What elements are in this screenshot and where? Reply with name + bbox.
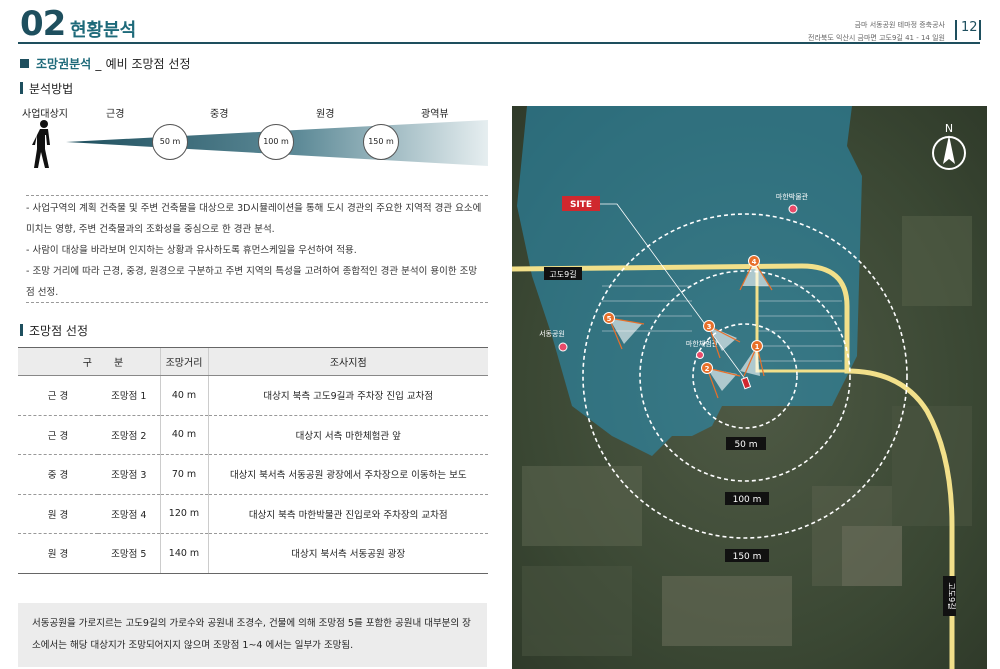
cell-distance: 70 m: [159, 454, 208, 495]
distance-marker-100: 100 m: [258, 124, 294, 160]
method-bullets: - 사업구역의 계획 건축물 및 주변 건축물을 대상으로 3D시뮬레이션을 통…: [26, 198, 488, 303]
cell-distance: 120 m: [159, 494, 208, 534]
section-separator: _: [95, 57, 102, 71]
cell-name: 조망점 1: [98, 375, 160, 416]
subheading-bar: [20, 82, 23, 94]
header-rule: [18, 42, 980, 44]
cell-type: 원 경: [18, 494, 98, 534]
place-marker: [558, 342, 568, 352]
viewpoint-number: 5: [607, 315, 612, 323]
place-museum: 마한박물관: [776, 192, 809, 201]
viewpoint-number: 2: [705, 365, 710, 373]
note-line: 소에서는 해당 대상지가 조망되어지지 않으며 조망점 1~4 에서는 일부가 …: [32, 640, 354, 651]
distance-marker-50: 50 m: [152, 124, 188, 160]
table-header-row: 구 분 조망거리 조사지점: [18, 347, 488, 376]
section-title: 조망권분석: [36, 57, 92, 71]
section-marker: [20, 59, 29, 68]
aerial-map: 50 m 100 m 150 m 고도9길 고도9길 SITE 마한박물관 서동…: [512, 106, 987, 669]
cell-location: 대상지 북측 고도9길과 주차장 진입 교차점: [207, 375, 488, 416]
cell-name: 조망점 4: [98, 494, 160, 534]
viewpoints-heading: 조망점 선정: [29, 324, 89, 338]
divider-bottom: [26, 302, 488, 303]
section-heading: 조망권분석 _ 예비 조망점 선정: [36, 55, 191, 72]
ring-label-150: 150 m: [733, 552, 762, 562]
view-cone-diagram: [32, 120, 488, 168]
cell-location: 대상지 북서측 서동공원 광장: [207, 533, 488, 574]
cell-distance: 40 m: [159, 375, 208, 416]
page-number: 12: [961, 20, 978, 35]
site-label: SITE: [570, 200, 592, 210]
place-seodong-park: 서동공원: [539, 329, 565, 338]
cell-name: 조망점 5: [98, 533, 160, 574]
cell-type: 원 경: [18, 533, 98, 574]
table-row: 원 경 조망점 4 120 m 대상지 북측 마한박물관 진입로와 주차장의 교…: [18, 494, 488, 534]
viewpoint-number: 1: [755, 343, 760, 351]
col-header: 조망거리: [159, 347, 208, 376]
section-subtitle: 예비 조망점 선정: [105, 57, 191, 71]
project-name: 금마 서동공원 테마정 증축공사: [854, 21, 945, 29]
ring-label-100: 100 m: [733, 495, 762, 505]
method-heading: 분석방법: [29, 82, 74, 96]
cell-name: 조망점 2: [98, 415, 160, 455]
divider-top: [26, 195, 488, 196]
place-marker: [696, 351, 704, 359]
bullet-line: - 조망 거리에 따라 근경, 중경, 원경으로 구분하고 주변 지역의 특성을…: [26, 266, 478, 277]
viewpoint-table: 구 분 조망거리 조사지점 근 경 조망점 1 40 m 대상지 북측 고도9길…: [18, 347, 488, 574]
table-row: 근 경 조망점 2 40 m 대상지 서측 마한체험관 앞: [18, 415, 488, 455]
cell-location: 대상지 북서측 서동공원 광장에서 주차장으로 이동하는 보도: [207, 454, 488, 495]
cell-type: 근 경: [18, 415, 98, 455]
north-label: N: [945, 122, 953, 135]
bullet-line: - 사업구역의 계획 건축물 및 주변 건축물을 대상으로 3D시뮬레이션을 통…: [26, 203, 482, 214]
chapter-title: 현황분석: [70, 20, 137, 41]
ring-label-50: 50 m: [734, 440, 757, 450]
col-header: 조사지점: [207, 347, 488, 376]
cell-name: 조망점 3: [98, 454, 160, 495]
table-row: 근 경 조망점 1 40 m 대상지 북측 고도9길과 주차장 진입 교차점: [18, 375, 488, 416]
page-bar-right: [979, 20, 981, 40]
chapter-number: 02: [20, 4, 66, 44]
person-icon: [32, 120, 50, 168]
road-label: 고도9길: [549, 270, 576, 279]
distance-marker-150: 150 m: [363, 124, 399, 160]
cell-distance: 140 m: [159, 533, 208, 574]
viewpoint-number: 3: [707, 323, 712, 331]
cell-distance: 40 m: [159, 415, 208, 455]
place-marker: [788, 204, 798, 214]
cell-location: 대상지 북측 마한박물관 진입로와 주차장의 교차점: [207, 494, 488, 534]
page-bar-left: [955, 20, 957, 40]
cell-location: 대상지 서측 마한체험관 앞: [207, 415, 488, 455]
cell-type: 중 경: [18, 454, 98, 495]
col-header: 분: [98, 347, 160, 376]
subheading-bar: [20, 324, 23, 336]
bullet-line: - 사람이 대상을 바라보며 인지하는 상황과 유사하도록 휴먼스케일을 우선하…: [26, 245, 357, 256]
table-row: 중 경 조망점 3 70 m 대상지 북서측 서동공원 광장에서 주차장으로 이…: [18, 454, 488, 495]
summary-note: 서동공원을 가로지르는 고도9길의 가로수와 공원내 조경수, 건물에 의해 조…: [18, 603, 487, 667]
bullet-line: 점 선정.: [26, 287, 59, 298]
road-label-vertical: 고도9길: [947, 582, 956, 609]
viewpoint-number: 4: [752, 258, 757, 266]
cell-type: 근 경: [18, 375, 98, 416]
table-row: 원 경 조망점 5 140 m 대상지 북서측 서동공원 광장: [18, 533, 488, 574]
note-line: 서동공원을 가로지르는 고도9길의 가로수와 공원내 조경수, 건물에 의해 조…: [32, 618, 471, 629]
bullet-line: 미치는 영향, 주변 건축물과의 조화성을 중심으로 한 경관 분석.: [26, 224, 275, 235]
col-header: 구: [18, 347, 98, 376]
